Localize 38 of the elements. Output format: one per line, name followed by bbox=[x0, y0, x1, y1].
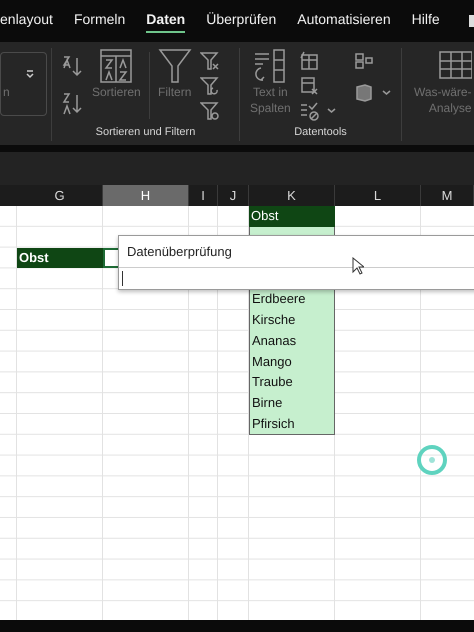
reapply-filter-icon[interactable] bbox=[200, 76, 220, 96]
remove-duplicates-icon[interactable] bbox=[298, 76, 319, 96]
table-cell[interactable]: Mango bbox=[249, 352, 335, 372]
group-label: Datentools bbox=[293, 125, 348, 140]
ribbon-tab[interactable]: Automatisieren bbox=[297, 9, 391, 33]
filter-icon bbox=[158, 48, 192, 84]
sort-ascending-icon[interactable] bbox=[62, 54, 84, 79]
column-header[interactable]: H bbox=[103, 185, 189, 206]
table-cell[interactable]: Obst bbox=[249, 206, 335, 227]
mouse-pointer-icon bbox=[352, 257, 364, 275]
ribbon-tab[interactable]: enlayout bbox=[0, 9, 53, 33]
sort-descending-icon[interactable] bbox=[62, 92, 84, 116]
ribbon-tab[interactable]: Hilfe bbox=[412, 9, 440, 33]
flash-fill-icon[interactable] bbox=[298, 50, 319, 70]
table-cell[interactable]: Erdbeere bbox=[249, 289, 335, 310]
gallery-text: n bbox=[2, 84, 11, 101]
dropdown-icon[interactable] bbox=[25, 69, 35, 79]
group-label: Sortieren und Filtern bbox=[94, 125, 196, 140]
table-cell[interactable]: Pfirsich bbox=[249, 414, 335, 435]
popup-title: Datenüberprüfung bbox=[127, 244, 232, 260]
text-cursor bbox=[122, 271, 123, 286]
data-validation-icon[interactable] bbox=[298, 100, 319, 120]
table-cell[interactable]: Kirsche bbox=[249, 310, 335, 331]
ribbon-tab[interactable]: Überprüfen bbox=[206, 9, 276, 33]
table-cell[interactable]: Traube bbox=[249, 372, 335, 394]
ribbon-tab[interactable]: Daten bbox=[146, 9, 186, 33]
chevron-icon[interactable] bbox=[382, 88, 391, 96]
table-cell[interactable]: Ananas bbox=[249, 330, 335, 352]
advanced-filter-icon[interactable] bbox=[200, 100, 220, 120]
sort-icon bbox=[99, 48, 134, 84]
ribbon-tab[interactable]: Formeln bbox=[74, 9, 126, 33]
click-indicator-icon bbox=[416, 444, 448, 476]
consolidate-icon[interactable] bbox=[354, 52, 374, 70]
data-model-icon[interactable] bbox=[354, 82, 374, 102]
chevron-icon[interactable] bbox=[326, 106, 336, 115]
table-cell[interactable]: Birne bbox=[249, 393, 335, 414]
clear-filter-icon[interactable] bbox=[200, 50, 220, 70]
table-cell[interactable]: Obst bbox=[17, 248, 103, 268]
